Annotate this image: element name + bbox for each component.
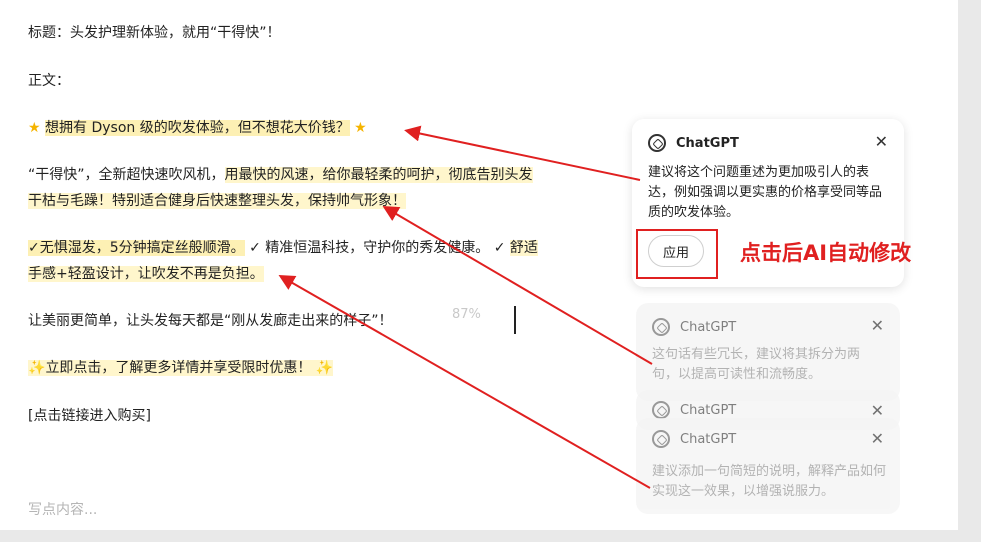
arrow-line-3 xyxy=(278,275,651,489)
arrow-line-1 xyxy=(404,125,641,181)
annotation-arrows xyxy=(278,125,653,489)
arrow-line-2 xyxy=(382,205,653,365)
